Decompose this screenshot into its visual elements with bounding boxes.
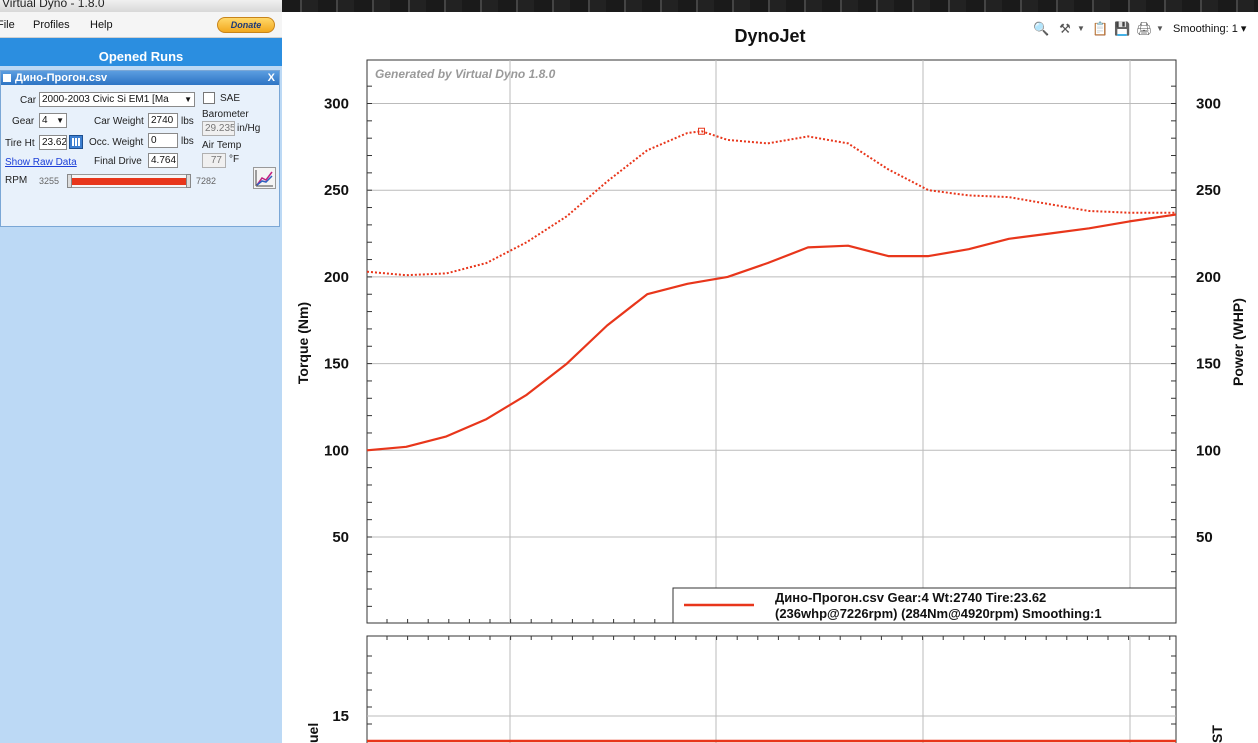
y2-tick-label: 100 — [1196, 442, 1221, 459]
y-axis-title: Torque (Nm) — [295, 302, 311, 384]
legend-line-2: (236whp@7226rpm) (284Nm@4920rpm) Smoothi… — [775, 606, 1102, 621]
y-tick-label: 100 — [324, 442, 349, 459]
dyno-chart: 300 300 250 250 200 200 150 150 100 100 50 50 Torque… — [295, 59, 1246, 743]
y-tick-label: 200 — [324, 269, 349, 286]
plot-area — [366, 59, 1177, 624]
y2-tick-label: 50 — [1196, 529, 1213, 546]
y2-tick-label: 150 — [1196, 356, 1221, 373]
y2-tick-label: 250 — [1196, 182, 1221, 199]
sub-plot-area — [366, 635, 1177, 743]
legend-line-1: Дино-Прогон.csv Gear:4 Wt:2740 Tire:23.6… — [775, 590, 1046, 605]
sub-y-axis-title: uel — [305, 723, 321, 743]
watermark-text: Generated by Virtual Dyno 1.8.0 — [375, 67, 556, 81]
y2-axis-title: Power (WHP) — [1230, 298, 1246, 386]
sub-y-tick-label: 15 — [332, 708, 349, 725]
y2-tick-label: 300 — [1196, 96, 1221, 113]
y2-tick-label: 200 — [1196, 269, 1221, 286]
y-tick-label: 50 — [332, 529, 349, 546]
y-tick-label: 250 — [324, 182, 349, 199]
y-tick-label: 150 — [324, 356, 349, 373]
y-tick-label: 300 — [324, 96, 349, 113]
sub-y2-axis-title: ST — [1209, 725, 1225, 743]
